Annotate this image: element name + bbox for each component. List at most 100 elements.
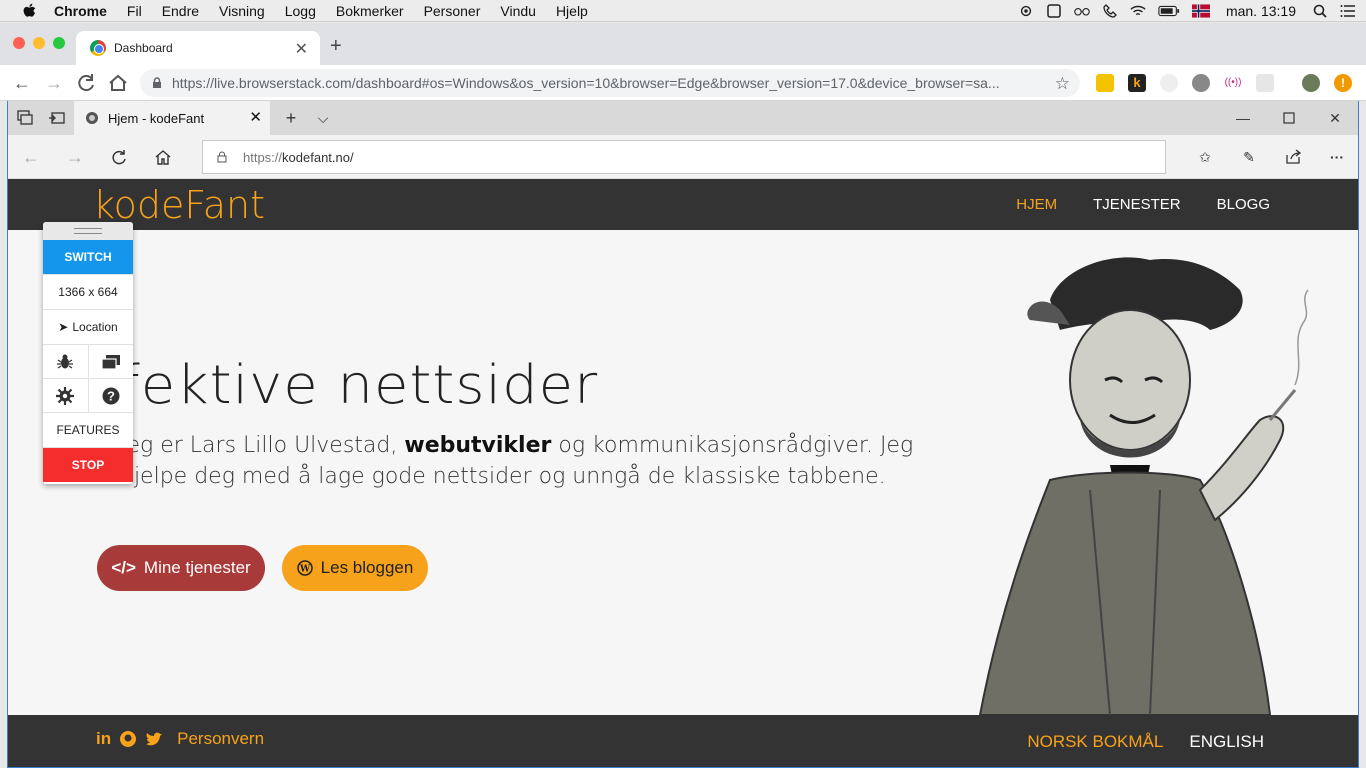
edge-minimize-icon[interactable]: — xyxy=(1234,109,1252,127)
github-icon[interactable] xyxy=(119,730,137,748)
edge-set-aside-tabs-icon[interactable] xyxy=(16,109,34,127)
edge-pen-icon[interactable]: ✎ xyxy=(1240,148,1258,166)
edge-lock-icon[interactable] xyxy=(217,151,227,163)
chrome-tab-title: Dashboard xyxy=(114,41,173,55)
menu-vindu[interactable]: Vindu xyxy=(500,3,536,19)
extension-grey-icon[interactable] xyxy=(1160,74,1178,92)
macos-menubar: Chrome Fil Endre Visning Logg Bokmerker … xyxy=(0,0,1366,22)
extension-broadcast-icon[interactable]: ((•)) xyxy=(1224,74,1242,92)
window-minimize-button[interactable] xyxy=(33,37,45,49)
battery-icon[interactable] xyxy=(1158,4,1180,18)
back-arrow-icon[interactable]: ← xyxy=(10,71,34,95)
menu-hjelp[interactable]: Hjelp xyxy=(556,3,588,19)
tools-row-1 xyxy=(43,345,133,379)
extension-gear-icon[interactable] xyxy=(1192,74,1210,92)
privacy-link[interactable]: Personvern xyxy=(177,729,264,749)
edge-share-icon[interactable] xyxy=(1284,148,1302,166)
edge-tab-list-chevron-icon[interactable]: ⌵ xyxy=(314,109,332,127)
location-label: Location xyxy=(72,320,118,334)
edge-close-window-icon[interactable]: ✕ xyxy=(1326,109,1344,127)
extension-blank-icon[interactable] xyxy=(1256,74,1274,92)
notification-center-icon[interactable] xyxy=(1340,4,1356,18)
lang-norsk-bokmal[interactable]: NORSK BOKMÅL xyxy=(1027,732,1163,752)
features-button[interactable]: FEATURES xyxy=(43,413,133,448)
window-close-button[interactable] xyxy=(13,37,25,49)
home-icon[interactable] xyxy=(106,71,130,95)
stop-button[interactable]: STOP xyxy=(43,448,133,482)
remote-edge-browser[interactable]: Hjem - kodeFant ✕ + ⌵ — ✕ ← → https:// k… xyxy=(7,101,1359,768)
edge-favorites-star-icon[interactable]: ✩ xyxy=(1196,148,1214,166)
menu-bokmerker[interactable]: Bokmerker xyxy=(336,3,404,19)
chrome-toolbar: ← → https://live.browserstack.com/dashbo… xyxy=(0,65,1366,101)
menu-logg[interactable]: Logg xyxy=(285,3,316,19)
switch-button[interactable]: SWITCH xyxy=(43,240,133,275)
edge-refresh-icon[interactable] xyxy=(110,148,128,166)
edge-forward-icon[interactable]: → xyxy=(66,147,84,167)
phone-icon[interactable] xyxy=(1102,4,1118,18)
edge-tab-title: Hjem - kodeFant xyxy=(108,110,205,126)
bug-report-icon[interactable] xyxy=(43,345,89,378)
menu-personer[interactable]: Personer xyxy=(424,3,481,19)
bookmark-star-icon[interactable]: ☆ xyxy=(1055,74,1070,94)
edge-tab-kodefant[interactable]: Hjem - kodeFant ✕ xyxy=(74,101,270,135)
menu-visning[interactable]: Visning xyxy=(219,3,265,19)
panel-drag-handle[interactable] xyxy=(43,222,133,240)
twitter-icon[interactable] xyxy=(145,731,163,747)
reload-icon[interactable] xyxy=(74,71,98,95)
nav-hjem[interactable]: HJEM xyxy=(1016,196,1057,213)
edge-close-tab-icon[interactable]: ✕ xyxy=(249,108,262,126)
read-blog-button[interactable]: W Les bloggen xyxy=(282,545,428,591)
extension-k-icon[interactable]: k xyxy=(1128,74,1146,92)
lock-icon[interactable] xyxy=(152,77,162,89)
hero-text-part1: Jeg er Lars Lillo Ulvestad, xyxy=(120,433,405,458)
site-logo[interactable]: kodeFant xyxy=(93,183,265,227)
forward-arrow-icon[interactable]: → xyxy=(42,71,66,95)
cloud-sync-icon[interactable] xyxy=(1018,4,1034,18)
edge-toolbar: ← → https:// kodefant.no/ ✩ ✎ ··· xyxy=(8,135,1358,179)
edge-back-icon[interactable]: ← xyxy=(22,147,40,167)
window-zoom-button[interactable] xyxy=(53,37,65,49)
edge-tab-preview-icon[interactable] xyxy=(48,109,66,127)
hero-text-bold: webutvikler xyxy=(404,433,552,458)
edge-tab-strip: Hjem - kodeFant ✕ + ⌵ — ✕ xyxy=(8,101,1358,135)
chrome-address-bar[interactable]: https://live.browserstack.com/dashboard#… xyxy=(140,69,1080,97)
location-button[interactable]: ➤ Location xyxy=(43,310,133,345)
language-switcher: NORSK BOKMÅL ENGLISH xyxy=(1027,715,1264,767)
lang-english[interactable]: ENGLISH xyxy=(1189,732,1264,752)
nav-blogg[interactable]: BLOGG xyxy=(1217,196,1270,213)
kodefant-favicon-icon xyxy=(86,112,98,124)
norway-flag-icon[interactable] xyxy=(1191,4,1210,18)
multiple-windows-icon[interactable] xyxy=(89,345,134,378)
edge-new-tab-icon[interactable]: + xyxy=(282,108,300,128)
help-question-icon[interactable]: ? xyxy=(89,379,134,412)
hero-description: Jeg er Lars Lillo Ulvestad, webutvikler … xyxy=(120,430,920,492)
apple-logo-icon[interactable] xyxy=(22,3,36,19)
menubar-clock[interactable]: man. 13:19 xyxy=(1226,3,1296,19)
edge-maximize-icon[interactable] xyxy=(1280,109,1298,127)
profile-avatar[interactable] xyxy=(1302,74,1320,92)
wifi-icon[interactable] xyxy=(1130,4,1146,18)
close-tab-icon[interactable]: ✕ xyxy=(295,39,308,59)
chrome-tab-dashboard[interactable]: Dashboard ✕ xyxy=(76,31,320,65)
edge-home-icon[interactable] xyxy=(154,148,172,166)
site-footer: in Personvern NORSK BOKMÅL ENGLISH xyxy=(8,715,1358,767)
menu-endre[interactable]: Endre xyxy=(162,3,199,19)
update-alert-icon[interactable]: ! xyxy=(1334,74,1352,92)
edge-url-protocol: https:// xyxy=(243,149,283,165)
glasses-icon[interactable] xyxy=(1074,4,1090,18)
nav-tjenester[interactable]: TJENESTER xyxy=(1093,196,1181,213)
edge-more-icon[interactable]: ··· xyxy=(1328,148,1346,166)
my-services-button[interactable]: </> Mine tjenester xyxy=(97,545,265,591)
new-tab-button[interactable]: + xyxy=(330,35,342,58)
settings-gear-icon[interactable] xyxy=(43,379,89,412)
resolution-button[interactable]: 1366 x 664 xyxy=(43,275,133,310)
window-icon[interactable] xyxy=(1046,4,1062,18)
edge-address-bar[interactable]: https:// kodefant.no/ xyxy=(202,140,1166,174)
menu-app-chrome[interactable]: Chrome xyxy=(54,3,107,19)
linkedin-icon[interactable]: in xyxy=(96,729,111,749)
menu-fil[interactable]: Fil xyxy=(127,3,142,19)
spotlight-search-icon[interactable] xyxy=(1312,4,1328,18)
chrome-tab-strip: Dashboard ✕ + xyxy=(0,23,1366,65)
extension-yellow-icon[interactable] xyxy=(1096,74,1114,92)
chrome-url-text: https://live.browserstack.com/dashboard#… xyxy=(172,75,1000,91)
